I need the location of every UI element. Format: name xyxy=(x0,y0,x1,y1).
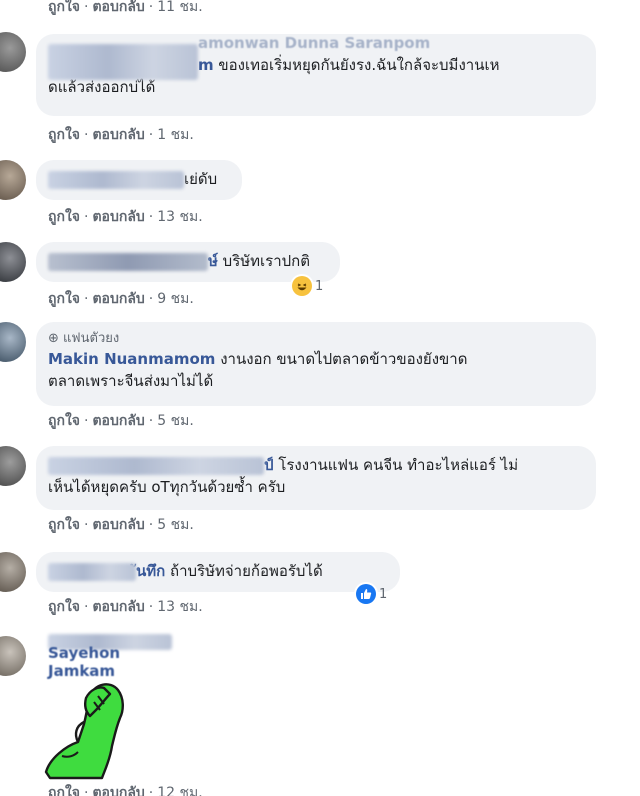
commenter-name-tail[interactable]: m xyxy=(198,56,214,74)
separator: · xyxy=(84,413,89,429)
reaction-summary[interactable]: 1 xyxy=(292,276,323,296)
commenter-name[interactable]: Sayehon Jamkam xyxy=(48,644,188,680)
separator: · xyxy=(84,599,89,615)
comment-text: ของเทอเริ่มหยุดกันยังรง.ฉันใกล้จะบมีงานเ… xyxy=(218,56,500,74)
comment-actions: ถูกใจ · ตอบกลับ · 13 ชม. xyxy=(48,206,203,228)
avatar[interactable] xyxy=(0,636,26,676)
redacted-name xyxy=(48,44,198,80)
comment-actions: ถูกใจ · ตอบกลับ · 5 ชม. xyxy=(48,514,194,536)
comment-time[interactable]: 5 ชม. xyxy=(157,413,194,429)
reaction-count: 1 xyxy=(379,586,388,602)
comment-actions: ถูกใจ · ตอบกลับ · 1 ชม. xyxy=(48,124,194,146)
like-link[interactable]: ถูกใจ xyxy=(48,127,80,143)
reply-link[interactable]: ตอบกลับ xyxy=(92,599,144,615)
comment-bubble: เย่ดับ xyxy=(36,160,242,200)
reply-link[interactable]: ตอบกลับ xyxy=(92,413,144,429)
comment-time[interactable]: 1 ชม. xyxy=(157,127,194,143)
comment-time[interactable]: 11 ชม. xyxy=(157,0,202,15)
comment-time[interactable]: 13 ชม. xyxy=(157,209,202,225)
redacted-name xyxy=(48,562,136,581)
comment-time[interactable]: 12 ชม. xyxy=(157,785,202,796)
commenter-name-tail[interactable]: ษ์ xyxy=(208,252,218,270)
redacted-name xyxy=(48,456,264,475)
avatar[interactable] xyxy=(0,322,26,362)
comment-header: Sayehon Jamkam xyxy=(48,634,188,680)
badge-label: แฟนตัวยง xyxy=(63,331,120,346)
separator: · xyxy=(148,517,154,533)
comment-bubble: amonwan Dunna Saranpom m ของเทอเริ่มหยุด… xyxy=(36,34,596,116)
comment-actions: ถูกใจ · ตอบกลับ · 5 ชม. xyxy=(48,410,194,432)
separator: · xyxy=(148,209,154,225)
separator: · xyxy=(148,413,154,429)
like-link[interactable]: ถูกใจ xyxy=(48,785,80,796)
avatar[interactable] xyxy=(0,242,26,282)
comment-time[interactable]: 9 ชม. xyxy=(157,291,194,307)
like-link[interactable]: ถูกใจ xyxy=(48,209,80,225)
separator: · xyxy=(148,291,154,307)
reply-link[interactable]: ตอบกลับ xyxy=(92,209,144,225)
reply-link[interactable]: ตอบกลับ xyxy=(92,127,144,143)
avatar[interactable] xyxy=(0,32,26,72)
reply-link[interactable]: ตอบกลับ xyxy=(92,0,144,15)
redacted-name xyxy=(48,170,184,189)
haha-emoji-icon xyxy=(292,276,312,296)
comment-bubble: ⊕ แฟนตัวยง Makin Nuanmamom งานงอก ขนาดไป… xyxy=(36,322,596,406)
avatar[interactable] xyxy=(0,160,26,200)
commenter-name[interactable]: amonwan Dunna Saranpom xyxy=(198,32,430,54)
commenter-name-tail[interactable]: ป์ xyxy=(264,456,274,474)
separator: · xyxy=(84,209,89,225)
comment-actions: ถูกใจ · ตอบกลับ · 12 ชม. xyxy=(48,782,203,796)
separator: · xyxy=(148,785,154,796)
reply-link[interactable]: ตอบกลับ xyxy=(92,291,144,307)
comment-actions: ถูกใจ · ตอบกลับ · 13 ชม. xyxy=(48,596,203,618)
comment-text: โรงงานแฟน คนจีน ทำอะไหล่แอร์ ไม่ xyxy=(278,456,519,474)
green-facepalm-sticker[interactable] xyxy=(40,676,135,780)
separator: · xyxy=(84,127,89,143)
top-fan-badge: ⊕ แฟนตัวยง xyxy=(48,330,584,348)
separator: · xyxy=(84,517,89,533)
avatar[interactable] xyxy=(0,552,26,592)
separator: · xyxy=(84,0,89,15)
comment-text: ตลาดเพราะจีนส่งมาไม่ได้ xyxy=(48,372,214,390)
like-link[interactable]: ถูกใจ xyxy=(48,0,80,15)
commenter-name-tail[interactable]: ันทึก xyxy=(136,562,165,580)
separator: · xyxy=(148,0,154,15)
comment-text: เห็นได้หยุดครับ oTทุกวันด้วยซ้ำ ครับ xyxy=(48,478,286,496)
comment-bubble: ป์ โรงงานแฟน คนจีน ทำอะไหล่แอร์ ไม่ เห็น… xyxy=(36,446,596,510)
separator: · xyxy=(84,785,89,796)
avatar[interactable] xyxy=(0,446,26,486)
reply-link[interactable]: ตอบกลับ xyxy=(92,517,144,533)
badge-globe-icon: ⊕ xyxy=(48,331,59,346)
comment-actions: ถูกใจ · ตอบกลับ · 9 ชม. xyxy=(48,288,194,310)
reply-link[interactable]: ตอบกลับ xyxy=(92,785,144,796)
reaction-count: 1 xyxy=(315,278,324,294)
like-link[interactable]: ถูกใจ xyxy=(48,599,80,615)
like-icon xyxy=(356,584,376,604)
commenter-name[interactable]: Makin Nuanmamom xyxy=(48,350,215,368)
comment-time[interactable]: 13 ชม. xyxy=(157,599,202,615)
comment-actions: ถูกใจ · ตอบกลับ · 11 ชม. xyxy=(48,0,203,18)
comment-bubble: ันทึก ถ้าบริษัทจ่ายก้อพอรับได้ xyxy=(36,552,400,592)
like-link[interactable]: ถูกใจ xyxy=(48,517,80,533)
comment-text: บริษัทเราปกติ xyxy=(222,252,310,270)
like-link[interactable]: ถูกใจ xyxy=(48,413,80,429)
comment-text: งานงอก ขนาดไปตลาดข้าวของยังขาด xyxy=(220,350,468,368)
comment-time[interactable]: 5 ชม. xyxy=(157,517,194,533)
comment-text: เย่ดับ xyxy=(184,170,218,188)
reaction-summary[interactable]: 1 xyxy=(356,584,387,604)
separator: · xyxy=(148,599,154,615)
like-link[interactable]: ถูกใจ xyxy=(48,291,80,307)
separator: · xyxy=(84,291,89,307)
redacted-name xyxy=(48,252,208,271)
comment-text: ถ้าบริษัทจ่ายก้อพอรับได้ xyxy=(170,562,323,580)
separator: · xyxy=(148,127,154,143)
